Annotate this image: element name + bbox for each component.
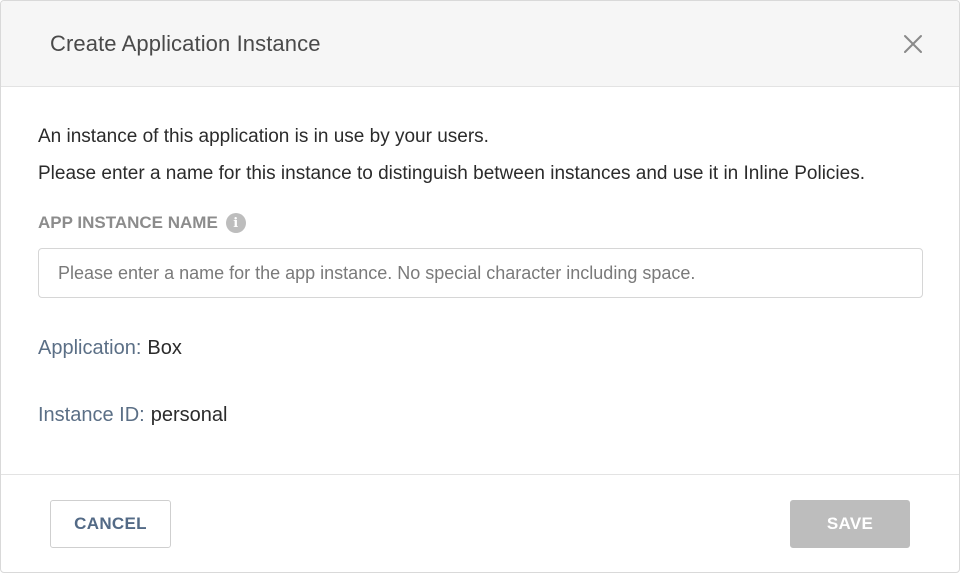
cancel-button[interactable]: CANCEL [50,499,171,548]
dialog-title: Create Application Instance [50,30,321,56]
description-line-2: Please enter a name for this instance to… [38,163,865,184]
dialog-body: An instance of this application is in us… [1,118,959,427]
close-icon [904,34,922,53]
instance-name-label: APP INSTANCE NAME i [38,211,922,235]
instance-name-label-text: APP INSTANCE NAME [38,213,218,232]
create-app-instance-dialog: Create Application Instance An instance … [0,0,960,573]
dialog-footer: CANCEL SAVE [1,474,959,572]
close-button[interactable] [901,32,925,56]
instance-id-label: Instance ID: [38,404,145,426]
instance-id-row: Instance ID: personal [38,404,922,427]
application-label: Application: [38,337,142,359]
instance-id-value: personal [150,404,228,426]
save-button[interactable]: SAVE [790,499,910,548]
dialog-header: Create Application Instance [1,1,959,87]
application-row: Application: Box [38,337,922,360]
instance-name-input[interactable] [38,248,923,298]
description-line-1: An instance of this application is in us… [38,126,489,147]
info-icon[interactable]: i [225,213,246,233]
application-value: Box [147,337,182,359]
